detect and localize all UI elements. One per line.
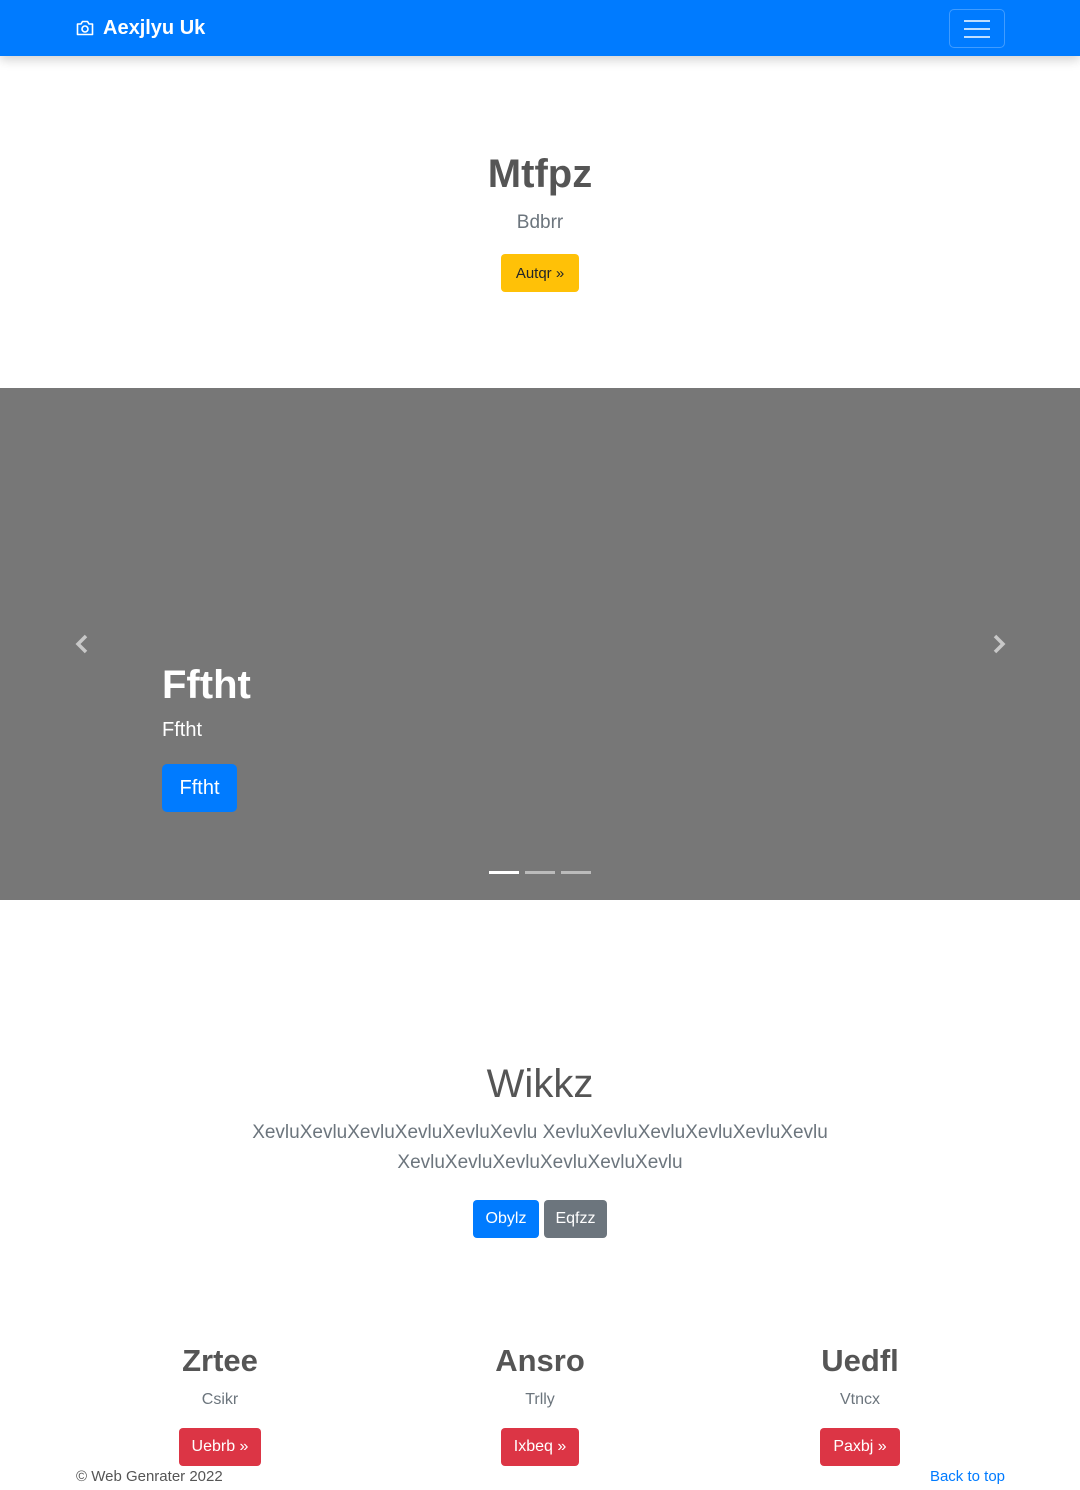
- chevron-right-icon: [989, 634, 1009, 660]
- feature-column-3: Uedfl Vtncx Paxbj »: [710, 1340, 1010, 1466]
- brand-link[interactable]: Aexjlyu Uk: [75, 15, 205, 41]
- chevron-left-icon: [72, 634, 92, 660]
- carousel-indicator-1[interactable]: [489, 871, 519, 874]
- carousel-next-control[interactable]: [989, 632, 1009, 656]
- feature-text: Vtncx: [839, 1391, 880, 1408]
- feature-column-1: Zrtee Csikr Uebrb »: [70, 1340, 370, 1466]
- hero-title: Mtfpz: [487, 152, 593, 196]
- navbar-toggler-button[interactable]: [949, 9, 1005, 48]
- feature-column-2: Ansro Trlly Ixbeq »: [390, 1340, 690, 1466]
- back-to-top-link[interactable]: Back to top: [930, 1468, 1005, 1485]
- feature-button[interactable]: Paxbj »: [820, 1428, 900, 1466]
- brand-name: Aexjlyu Uk: [103, 16, 206, 39]
- hero-subtitle: Bdbrr: [516, 212, 564, 233]
- carousel-prev-control[interactable]: [72, 632, 92, 656]
- section-title: Wikkz: [486, 1062, 594, 1106]
- feature-text: Trlly: [525, 1391, 555, 1408]
- footer-copyright: © Web Genrater 2022: [76, 1468, 223, 1485]
- hero-action-button[interactable]: Autqr »: [501, 254, 579, 292]
- carousel-caption-button[interactable]: Fftht: [162, 764, 237, 812]
- camera-icon: [75, 18, 95, 38]
- feature-text: Csikr: [201, 1391, 239, 1408]
- carousel-indicator-3[interactable]: [561, 871, 591, 874]
- carousel-caption-text: Fftht: [162, 719, 203, 741]
- navbar: Aexjlyu Uk: [0, 0, 1080, 56]
- secondary-button[interactable]: Eqfzz: [544, 1200, 607, 1238]
- carousel-indicator-2[interactable]: [525, 871, 555, 874]
- carousel-caption-title: Fftht: [162, 663, 251, 707]
- feature-button[interactable]: Uebrb »: [178, 1428, 262, 1466]
- carousel: Fftht Fftht Fftht: [0, 388, 1080, 900]
- section-description: XevluXevluXevluXevluXevluXevlu XevluXevl…: [252, 1122, 828, 1173]
- feature-title: Uedfl: [821, 1343, 899, 1378]
- feature-title: Ansro: [495, 1343, 585, 1378]
- primary-button[interactable]: Obylz: [473, 1200, 539, 1238]
- feature-title: Zrtee: [182, 1343, 258, 1378]
- feature-button[interactable]: Ixbeq »: [500, 1428, 580, 1466]
